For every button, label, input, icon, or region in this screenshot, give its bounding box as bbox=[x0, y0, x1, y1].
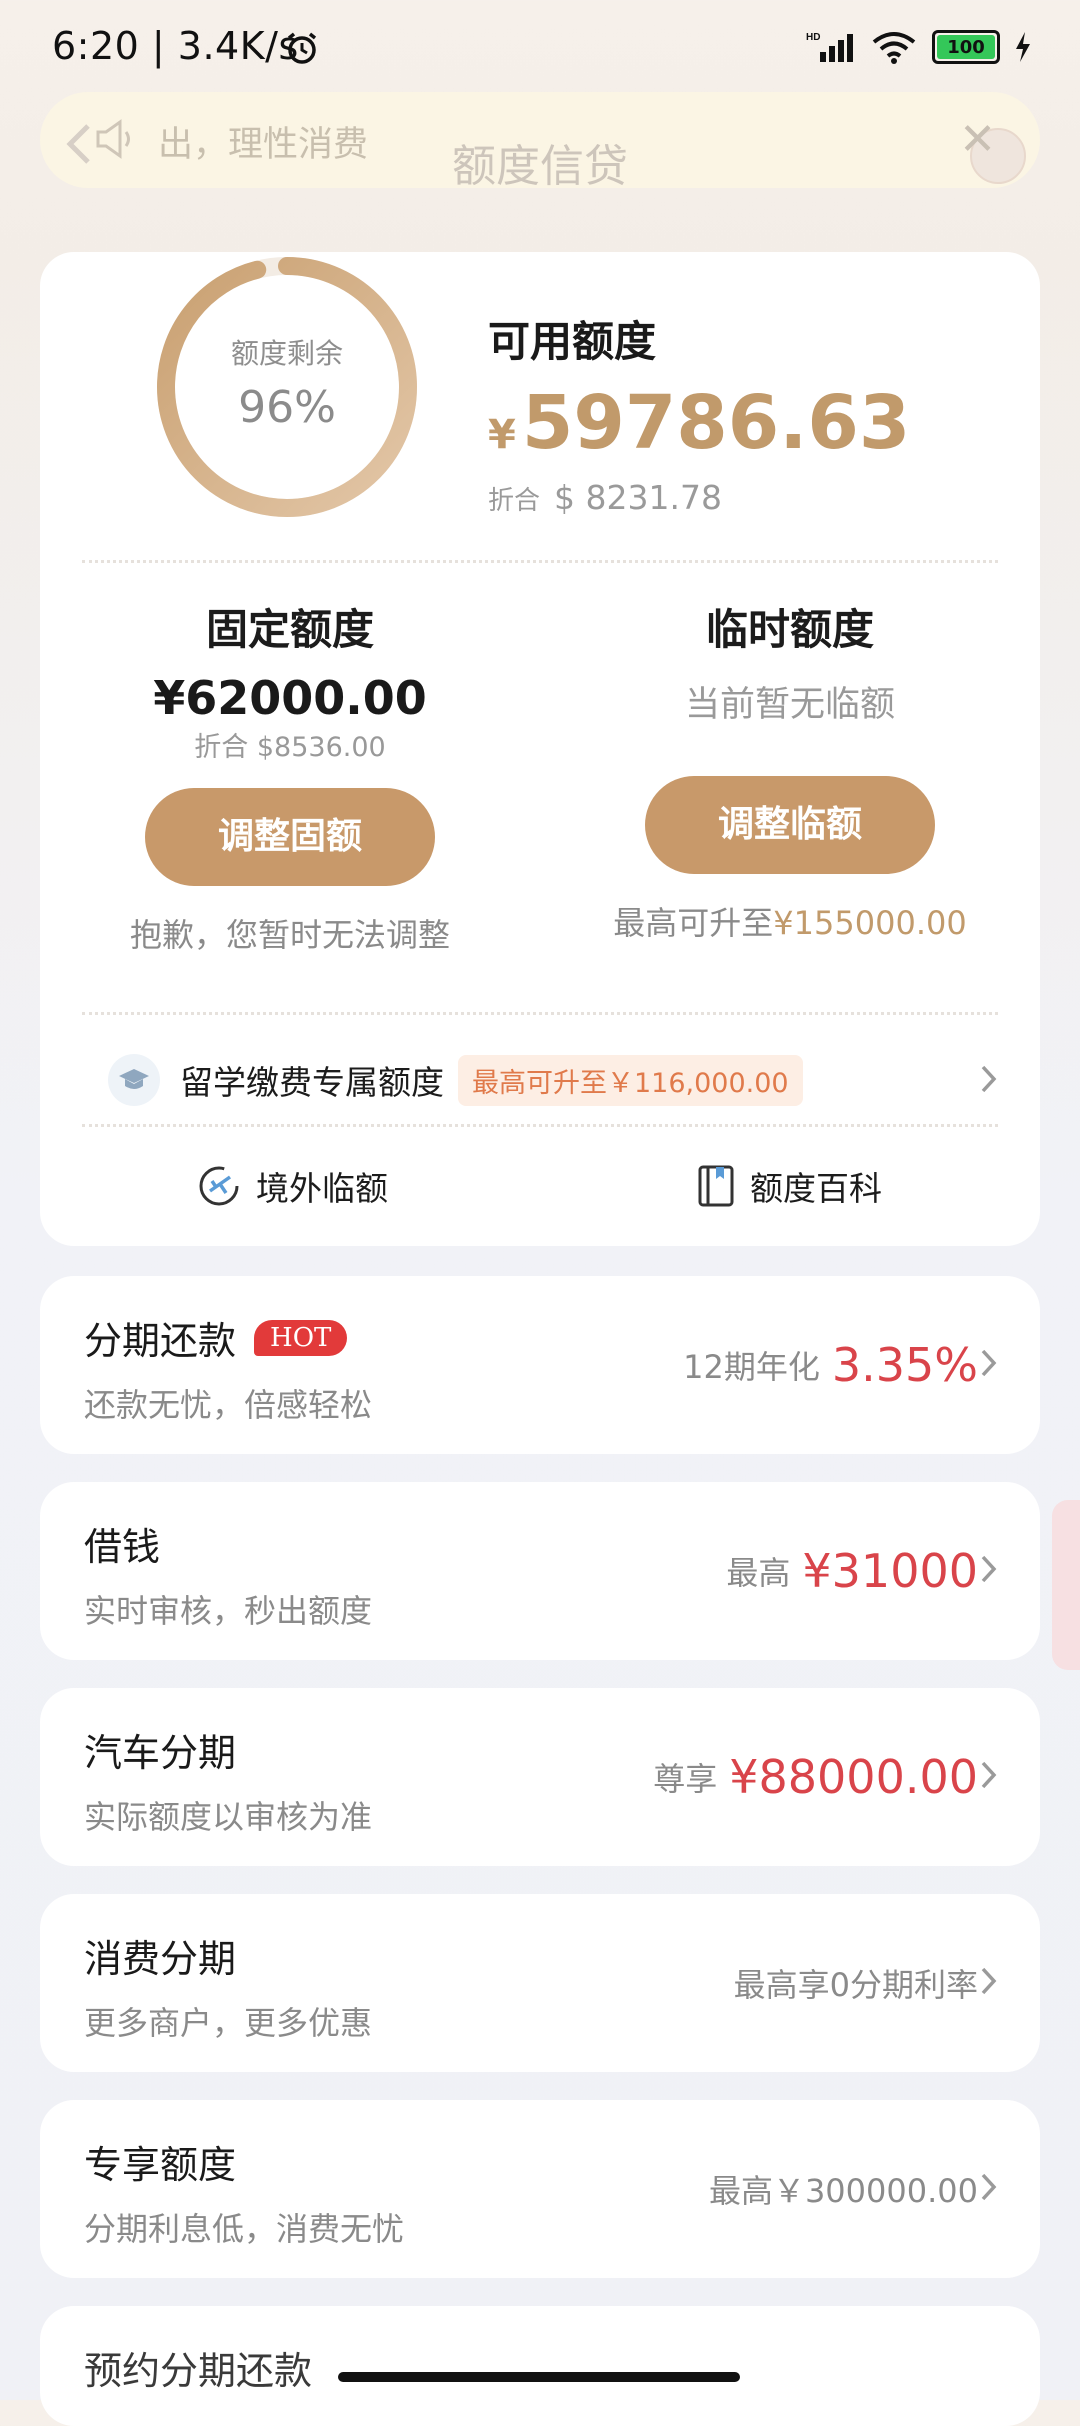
conversion-value: $ 8231.78 bbox=[554, 478, 722, 517]
fixed-limit-section: 固定额度 ¥62000.00 折合 $8536.00 调整固额 抱歉，您暂时无法… bbox=[40, 602, 540, 956]
page-title: 额度信贷 bbox=[452, 141, 628, 192]
divider bbox=[82, 1124, 998, 1127]
exclusive-limit-info: 最高￥300000.00 bbox=[708, 2172, 978, 2210]
status-bar: 6:20 | 3.4K/s HD 100 bbox=[0, 0, 1080, 95]
hot-badge: HOT bbox=[254, 1319, 348, 1356]
list-item-reserve-installment[interactable]: 预约分期还款 bbox=[40, 2306, 1040, 2426]
car-installment-title: 汽车分期 bbox=[84, 1731, 237, 1775]
borrow-subtitle: 实时审核，秒出额度 bbox=[84, 1592, 373, 1630]
fixed-limit-conversion: 折合 $8536.00 bbox=[194, 732, 386, 763]
alarm-icon bbox=[287, 32, 317, 64]
available-amount-value: 59786.63 bbox=[521, 380, 911, 466]
consumer-installment-title: 消费分期 bbox=[84, 1937, 237, 1981]
list-item-exclusive-limit[interactable]: 专享额度 分期利息低，消费无忧 最高￥300000.00 bbox=[40, 2100, 1040, 2278]
temp-limit-note-prefix: 最高可升至 bbox=[613, 904, 774, 942]
divider bbox=[82, 560, 998, 563]
list-item-car-installment[interactable]: 汽车分期 实际额度以审核为准 尊享 ¥88000.00 bbox=[40, 1688, 1040, 1866]
credit-summary-card: 额度剩余 96% 可用额度 ¥59786.63 折合 $ 8231.78 固定额度… bbox=[40, 252, 1040, 1246]
overseas-limit-label: 境外临额 bbox=[256, 1169, 388, 1208]
temp-limit-note-value: ¥155000.00 bbox=[773, 904, 967, 942]
quick-links: 境外临额 额度百科 bbox=[40, 1162, 1040, 1222]
borrow-amount: ¥31000 bbox=[802, 1544, 978, 1598]
limit-encyclopedia-link[interactable]: 额度百科 bbox=[696, 1162, 882, 1210]
remaining-ring: 额度剩余 96% bbox=[152, 252, 422, 522]
home-indicator[interactable] bbox=[338, 2372, 740, 2382]
borrow-title: 借钱 bbox=[84, 1525, 161, 1569]
temp-limit-title: 临时额度 bbox=[705, 605, 874, 654]
reserve-installment-title: 预约分期还款 bbox=[84, 2349, 313, 2393]
floating-gift-icon[interactable] bbox=[1052, 1500, 1080, 1670]
study-abroad-label: 留学缴费专属额度 bbox=[180, 1063, 444, 1102]
chevron-right-icon bbox=[981, 2173, 997, 2201]
divider bbox=[82, 1012, 998, 1015]
currency-symbol: ¥ bbox=[488, 412, 516, 458]
limit-encyclopedia-label: 额度百科 bbox=[750, 1169, 882, 1208]
status-time: 6:20 | 3.4K/s bbox=[52, 24, 299, 68]
study-abroad-badge: 最高可升至￥116,000.00 bbox=[458, 1054, 803, 1106]
exclusive-limit-subtitle: 分期利息低，消费无忧 bbox=[84, 2210, 405, 2248]
study-abroad-row[interactable]: 留学缴费专属额度 最高可升至￥116,000.00 bbox=[108, 1048, 1000, 1112]
fixed-limit-note: 抱歉，您暂时无法调整 bbox=[129, 916, 450, 954]
header-bar: 出，理性消费 额度信贷 ✕ bbox=[40, 92, 1040, 192]
plane-globe-icon bbox=[199, 1166, 239, 1206]
status-icons: HD 100 bbox=[806, 30, 1032, 64]
available-conversion: 折合 $ 8231.78 bbox=[488, 478, 722, 517]
chevron-right-icon bbox=[981, 1555, 997, 1583]
wifi-icon bbox=[872, 32, 916, 64]
overseas-limit-link[interactable]: 境外临额 bbox=[196, 1162, 388, 1210]
close-icon[interactable]: ✕ bbox=[959, 114, 996, 165]
installment-repay-title: 分期还款 bbox=[84, 1319, 237, 1363]
temp-limit-section: 临时额度 当前暂无临额 调整临额 最高可升至¥155000.00 bbox=[540, 602, 1040, 944]
charging-icon bbox=[1016, 32, 1030, 62]
conversion-prefix: 折合 bbox=[488, 486, 541, 516]
car-installment-prefix: 尊享 bbox=[653, 1760, 718, 1798]
consumer-installment-subtitle: 更多商户，更多优惠 bbox=[84, 2004, 373, 2042]
list-item-borrow[interactable]: 借钱 实时审核，秒出额度 最高 ¥31000 bbox=[40, 1482, 1040, 1660]
consumer-installment-info: 最高享0分期利率 bbox=[733, 1966, 978, 2004]
chevron-right-icon bbox=[981, 1967, 997, 1995]
available-label: 可用额度 bbox=[488, 317, 657, 366]
ring-percent: 96% bbox=[238, 382, 336, 433]
adjust-temp-button[interactable]: 调整临额 bbox=[645, 776, 935, 874]
installment-repay-prefix: 12期年化 bbox=[683, 1348, 820, 1386]
list-item-consumer-installment[interactable]: 消费分期 更多商户，更多优惠 最高享0分期利率 bbox=[40, 1894, 1040, 2072]
installment-repay-subtitle: 还款无忧，倍感轻松 bbox=[84, 1386, 373, 1424]
list-item-installment-repay[interactable]: 分期还款 HOT 还款无忧，倍感轻松 12期年化 3.35% bbox=[40, 1276, 1040, 1454]
chevron-right-icon bbox=[981, 1065, 997, 1093]
fixed-limit-amount: ¥62000.00 bbox=[153, 671, 427, 725]
ring-label: 额度剩余 bbox=[230, 337, 343, 370]
battery-level: 100 bbox=[947, 36, 985, 58]
chevron-right-icon bbox=[981, 1761, 997, 1789]
graduation-cap-icon bbox=[108, 1054, 160, 1106]
car-installment-subtitle: 实际额度以审核为准 bbox=[84, 1798, 373, 1836]
book-icon bbox=[698, 1165, 734, 1207]
temp-limit-status: 当前暂无临额 bbox=[684, 685, 895, 725]
chevron-right-icon bbox=[981, 1349, 997, 1377]
borrow-prefix: 最高 bbox=[726, 1554, 791, 1592]
temp-limit-note: 最高可升至¥155000.00 bbox=[540, 898, 1040, 944]
adjust-fixed-button[interactable]: 调整固额 bbox=[145, 788, 435, 886]
installment-repay-rate: 3.35% bbox=[831, 1338, 978, 1392]
svg-text:HD: HD bbox=[806, 32, 820, 43]
exclusive-limit-title: 专享额度 bbox=[84, 2143, 237, 2187]
signal-icon: HD bbox=[806, 32, 853, 62]
available-amount: ¥59786.63 bbox=[488, 380, 910, 466]
fixed-limit-title: 固定额度 bbox=[205, 605, 374, 654]
car-installment-amount: ¥88000.00 bbox=[729, 1750, 978, 1804]
battery-icon: 100 bbox=[932, 30, 1000, 64]
